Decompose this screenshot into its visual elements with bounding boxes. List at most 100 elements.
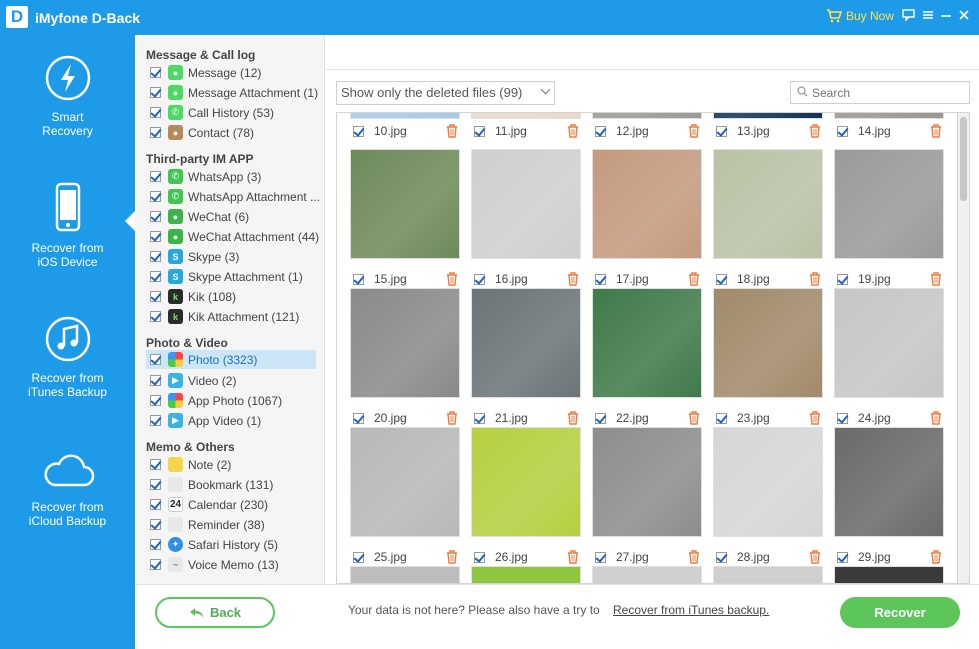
trash-icon[interactable] [930, 124, 942, 138]
checkbox[interactable] [150, 291, 161, 302]
buy-now-button[interactable]: Buy Now [826, 9, 894, 23]
photo-checkbox[interactable] [474, 551, 485, 563]
photo-thumbnail[interactable] [592, 566, 702, 583]
deleted-files-filter-select[interactable]: Show only the deleted files (99) [336, 81, 555, 105]
category-whatsapp-attachment[interactable]: ✆ WhatsApp Attachment ... [146, 187, 320, 206]
photo-checkbox[interactable] [837, 412, 848, 424]
gallery-scrollbar[interactable] [958, 112, 970, 584]
category-wechat[interactable]: ● WeChat (6) [146, 207, 316, 226]
photo-thumbnail[interactable] [471, 288, 581, 398]
photo-checkbox[interactable] [474, 125, 485, 137]
photo-thumbnail[interactable] [350, 113, 460, 119]
trash-icon[interactable] [446, 124, 458, 138]
category-photo[interactable]: Photo (3323) [146, 350, 316, 369]
photo-checkbox[interactable] [716, 412, 727, 424]
trash-icon[interactable] [446, 411, 458, 425]
category-reminder[interactable]: Reminder (38) [146, 515, 316, 534]
photo-thumbnail[interactable] [350, 149, 460, 259]
checkbox[interactable] [150, 107, 161, 118]
photo-thumbnail[interactable] [713, 566, 823, 583]
category-kik-attachment[interactable]: k Kik Attachment (121) [146, 307, 316, 326]
trash-icon[interactable] [446, 550, 458, 564]
checkbox[interactable] [150, 354, 161, 365]
trash-icon[interactable] [567, 411, 579, 425]
checkbox[interactable] [150, 67, 161, 78]
checkbox[interactable] [150, 479, 161, 490]
photo-thumbnail[interactable] [834, 149, 944, 259]
trash-icon[interactable] [930, 550, 942, 564]
photo-checkbox[interactable] [595, 125, 606, 137]
trash-icon[interactable] [567, 550, 579, 564]
trash-icon[interactable] [809, 272, 821, 286]
checkbox[interactable] [150, 415, 161, 426]
category-calendar[interactable]: 24 Calendar (230) [146, 495, 316, 514]
photo-thumbnail[interactable] [834, 566, 944, 583]
photo-checkbox[interactable] [837, 273, 848, 285]
category-message-attachment[interactable]: ● Message Attachment (1) [146, 83, 318, 102]
photo-checkbox[interactable] [353, 412, 364, 424]
recover-itunes-backup-link[interactable]: Recover from iTunes backup. [613, 603, 769, 617]
back-button[interactable]: Back [155, 597, 275, 628]
category-skype-attachment[interactable]: S Skype Attachment (1) [146, 267, 316, 286]
trash-icon[interactable] [809, 124, 821, 138]
photo-checkbox[interactable] [716, 551, 727, 563]
photo-checkbox[interactable] [595, 273, 606, 285]
trash-icon[interactable] [809, 411, 821, 425]
checkbox[interactable] [150, 519, 161, 530]
category-kik[interactable]: k Kik (108) [146, 287, 316, 306]
photo-thumbnail[interactable] [592, 288, 702, 398]
checkbox[interactable] [150, 251, 161, 262]
photo-thumbnail[interactable] [592, 149, 702, 259]
menu-icon[interactable] [920, 7, 936, 25]
category-whatsapp[interactable]: ✆ WhatsApp (3) [146, 167, 316, 186]
checkbox[interactable] [150, 499, 161, 510]
photo-thumbnail[interactable] [471, 149, 581, 259]
category-bookmark[interactable]: Bookmark (131) [146, 475, 316, 494]
checkbox[interactable] [150, 171, 161, 182]
photo-checkbox[interactable] [716, 125, 727, 137]
checkbox[interactable] [150, 87, 161, 98]
photo-checkbox[interactable] [474, 412, 485, 424]
photo-checkbox[interactable] [474, 273, 485, 285]
trash-icon[interactable] [688, 124, 700, 138]
checkbox[interactable] [150, 127, 161, 138]
photo-checkbox[interactable] [595, 412, 606, 424]
photo-thumbnail[interactable] [713, 427, 823, 537]
category-safari-history[interactable]: ✦ Safari History (5) [146, 535, 316, 554]
feedback-icon[interactable] [900, 7, 916, 25]
photo-checkbox[interactable] [353, 125, 364, 137]
checkbox[interactable] [150, 271, 161, 282]
photo-thumbnail[interactable] [713, 149, 823, 259]
category-wechat-attachment[interactable]: ● WeChat Attachment (44) [146, 227, 319, 246]
trash-icon[interactable] [688, 272, 700, 286]
category-call-history[interactable]: ✆ Call History (53) [146, 103, 316, 122]
photo-thumbnail[interactable] [834, 427, 944, 537]
trash-icon[interactable] [688, 550, 700, 564]
close-icon[interactable] [956, 7, 972, 25]
category-voice-memo[interactable]: ~ Voice Memo (13) [146, 555, 316, 574]
category-note[interactable]: Note (2) [146, 455, 316, 474]
category-message[interactable]: ● Message (12) [146, 63, 316, 82]
photo-thumbnail[interactable] [713, 113, 823, 119]
photo-checkbox[interactable] [837, 125, 848, 137]
photo-thumbnail[interactable] [350, 288, 460, 398]
minimize-icon[interactable] [938, 7, 954, 25]
category-app-photo[interactable]: App Photo (1067) [146, 391, 316, 410]
checkbox[interactable] [150, 191, 161, 202]
checkbox[interactable] [150, 459, 161, 470]
photo-thumbnail[interactable] [471, 566, 581, 583]
checkbox[interactable] [150, 211, 161, 222]
nav-recover-ios-device[interactable]: Recover from iOS Device [0, 182, 135, 269]
checkbox[interactable] [150, 539, 161, 550]
category-contact[interactable]: ● Contact (78) [146, 123, 316, 142]
photo-thumbnail[interactable] [834, 113, 944, 119]
recover-button[interactable]: Recover [840, 597, 960, 628]
photo-checkbox[interactable] [595, 551, 606, 563]
scrollbar-thumb[interactable] [960, 117, 967, 201]
photo-checkbox[interactable] [353, 273, 364, 285]
trash-icon[interactable] [567, 124, 579, 138]
nav-recover-itunes-backup[interactable]: Recover from iTunes Backup [0, 316, 135, 399]
photo-thumbnail[interactable] [471, 427, 581, 537]
checkbox[interactable] [150, 375, 161, 386]
category-video[interactable]: ▶ Video (2) [146, 371, 316, 390]
